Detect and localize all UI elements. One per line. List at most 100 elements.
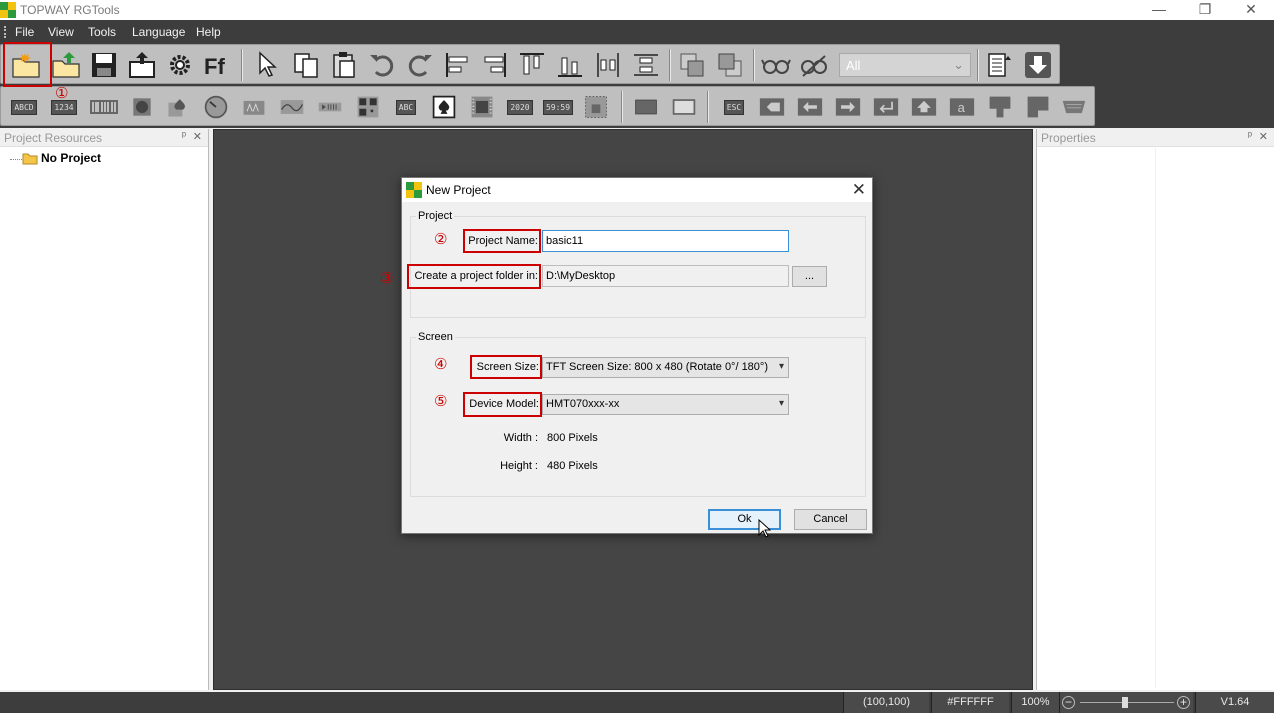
project-resources-panel: Project Resources ᵖ ✕ No Project xyxy=(0,129,209,690)
zoom-out-icon[interactable]: − xyxy=(1062,696,1075,709)
zoom-level: 100% xyxy=(1011,692,1059,713)
layer-filter-select[interactable]: All ⌄ xyxy=(839,53,971,77)
menu-view[interactable]: View xyxy=(48,25,74,39)
slider-widget-button[interactable] xyxy=(313,91,347,123)
close-window-button[interactable]: ✕ xyxy=(1228,0,1274,20)
animation-widget-button[interactable] xyxy=(465,91,499,123)
mouse-cursor-icon xyxy=(758,519,771,538)
close-panel-button[interactable]: ✕ xyxy=(1259,130,1268,143)
zoom-thumb[interactable] xyxy=(1122,697,1128,708)
toolbar-separator xyxy=(621,91,623,123)
text-widget-button[interactable]: ABCD xyxy=(7,91,41,123)
zoom-in-icon[interactable]: + xyxy=(1177,696,1190,709)
redo-icon xyxy=(408,55,432,77)
open-folder-icon xyxy=(52,52,80,78)
preview-off-button[interactable] xyxy=(797,48,831,82)
time-widget-button[interactable]: 59:59 xyxy=(541,91,575,123)
align-bottom-button[interactable] xyxy=(553,48,587,82)
current-color: #FFFFFF xyxy=(931,692,1009,713)
key-right-button[interactable] xyxy=(831,91,865,123)
save-button[interactable] xyxy=(87,48,121,82)
minimize-button[interactable]: — xyxy=(1136,0,1182,20)
label-widget-icon: ABC xyxy=(395,99,417,115)
screen-size-select[interactable]: TFT Screen Size: 800 x 480 (Rotate 0°/ 1… xyxy=(542,357,789,378)
settings-button[interactable] xyxy=(163,48,197,82)
spade-widget-button[interactable] xyxy=(161,91,195,123)
key-shift-button[interactable] xyxy=(907,91,941,123)
highlight-new-project xyxy=(3,42,52,87)
copy-button[interactable] xyxy=(289,48,323,82)
paste-button[interactable] xyxy=(327,48,361,82)
menu-tools[interactable]: Tools xyxy=(88,25,116,39)
redo-button[interactable] xyxy=(403,48,437,82)
pin-icon[interactable]: ᵖ xyxy=(182,130,186,142)
device-model-select[interactable]: HMT070xxx-xx ▾ xyxy=(542,394,789,415)
qrcode-widget-button[interactable] xyxy=(351,91,385,123)
menu-language[interactable]: Language xyxy=(132,25,185,39)
main-toolbar: Ff All ⌄ xyxy=(0,44,1060,84)
window-titlebar: TOPWAY RGTools — ❐ ✕ xyxy=(0,0,1274,20)
restore-button[interactable]: ❐ xyxy=(1182,0,1228,20)
widget-toolbar: ABCD 1234 ABC 2020 59:59 ESC a xyxy=(0,86,1095,126)
zoom-slider[interactable]: − + xyxy=(1059,692,1193,713)
keyboard-widget-button[interactable] xyxy=(1057,91,1091,123)
rect-widget-button[interactable] xyxy=(629,91,663,123)
project-folder-input[interactable] xyxy=(542,265,789,287)
chevron-down-icon: ▾ xyxy=(778,361,784,372)
toolbar-area: Ff All ⌄ ABCD 1234 ABC 2020 59:59 ESC a xyxy=(0,44,1274,128)
preview-button[interactable] xyxy=(759,48,793,82)
arrow-right-icon xyxy=(835,98,861,116)
key-layout-1-button[interactable] xyxy=(983,91,1017,123)
export-button[interactable] xyxy=(125,48,159,82)
browse-folder-button[interactable]: ... xyxy=(792,266,827,287)
align-left-button[interactable] xyxy=(441,48,475,82)
menu-file[interactable]: File xyxy=(15,25,34,39)
time-widget-icon: 59:59 xyxy=(542,99,574,115)
annotation-3: ③ xyxy=(380,270,394,287)
toolbar-separator xyxy=(669,49,671,81)
font-button[interactable]: Ff xyxy=(201,48,235,82)
label-widget-button[interactable]: ABC xyxy=(389,91,423,123)
cancel-button[interactable]: Cancel xyxy=(794,509,867,530)
key-esc-button[interactable]: ESC xyxy=(717,91,751,123)
menu-help[interactable]: Help xyxy=(196,25,221,39)
distribute-horizontal-button[interactable] xyxy=(591,48,625,82)
key-char-button[interactable]: a xyxy=(945,91,979,123)
align-top-button[interactable] xyxy=(515,48,549,82)
open-project-button[interactable] xyxy=(49,48,83,82)
build-button[interactable] xyxy=(983,48,1017,82)
undo-button[interactable] xyxy=(365,48,399,82)
distribute-vertical-button[interactable] xyxy=(629,48,663,82)
key-layout-2-button[interactable] xyxy=(1021,91,1055,123)
curve-widget-button[interactable] xyxy=(275,91,309,123)
frame-widget-button[interactable] xyxy=(667,91,701,123)
undo-icon xyxy=(370,55,394,77)
touch-area-widget-button[interactable] xyxy=(579,91,613,123)
gauge-widget-button[interactable] xyxy=(199,91,233,123)
bring-front-button[interactable] xyxy=(675,48,709,82)
date-widget-button[interactable]: 2020 xyxy=(503,91,537,123)
key-enter-button[interactable] xyxy=(869,91,903,123)
toolbar-separator xyxy=(753,49,755,81)
key-left-button[interactable] xyxy=(793,91,827,123)
distribute-horizontal-icon xyxy=(597,53,619,77)
send-to-back-icon xyxy=(718,53,742,77)
arrow-left-icon xyxy=(797,98,823,116)
align-right-button[interactable] xyxy=(477,48,511,82)
download-button[interactable] xyxy=(1021,48,1055,82)
barcode-widget-button[interactable] xyxy=(87,91,121,123)
dialog-close-button[interactable]: ✕ xyxy=(852,180,866,200)
width-label: Width : xyxy=(503,432,538,444)
bar-chart-widget-button[interactable] xyxy=(237,91,271,123)
pin-icon[interactable]: ᵖ xyxy=(1248,130,1252,142)
status-bar: (100,100) #FFFFFF 100% − + V1.64 xyxy=(0,692,1274,713)
icon-button-widget-button[interactable] xyxy=(427,91,461,123)
project-name-input[interactable] xyxy=(542,230,789,252)
key-backspace-button[interactable] xyxy=(755,91,789,123)
select-tool-button[interactable] xyxy=(251,48,285,82)
send-back-button[interactable] xyxy=(713,48,747,82)
close-panel-button[interactable]: ✕ xyxy=(193,130,202,143)
text-widget-icon: ABCD xyxy=(11,99,37,115)
align-left-icon xyxy=(446,53,468,77)
icon-widget-button[interactable] xyxy=(125,91,159,123)
